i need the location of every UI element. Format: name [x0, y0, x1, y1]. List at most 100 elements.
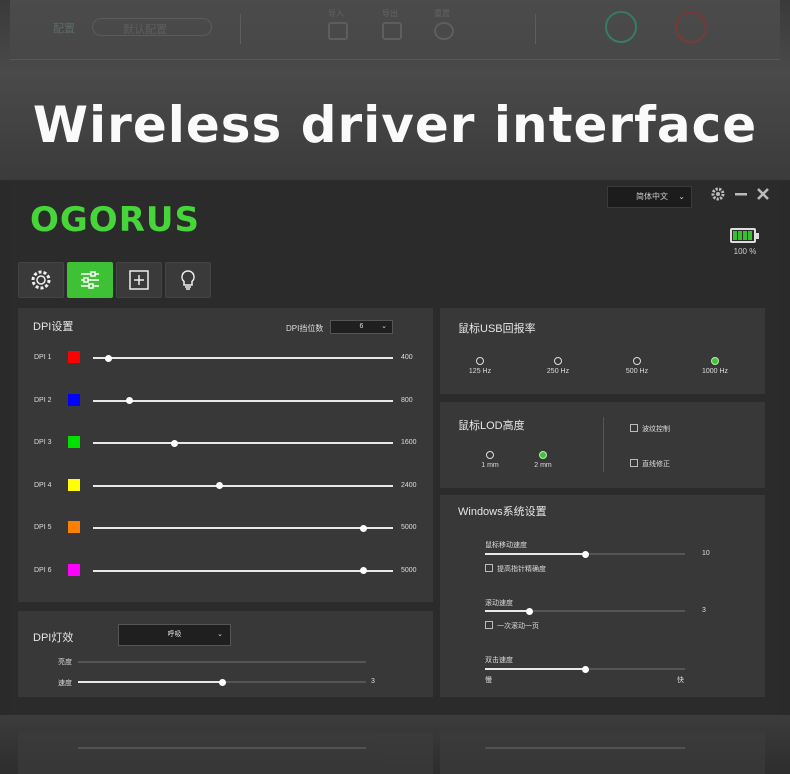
dpi-slider-knob[interactable]: [215, 482, 223, 489]
usb-rate-radio[interactable]: [633, 357, 641, 365]
settings-gear-icon[interactable]: [709, 186, 727, 204]
dpi-slider[interactable]: [93, 569, 393, 572]
dpi-row-label: DPI 6: [34, 566, 52, 574]
dpi-slider[interactable]: [93, 527, 393, 529]
lod-radio[interactable]: [539, 451, 547, 459]
tab-general[interactable]: [18, 262, 64, 298]
scroll-speed-slider[interactable]: [485, 607, 685, 615]
brightness-slider[interactable]: [78, 661, 366, 663]
scroll-speed-fill: [485, 610, 529, 612]
light-speed-value: 3: [371, 678, 375, 685]
language-value: 简体中文: [636, 192, 668, 201]
scroll-page-label: 一次滚动一页: [497, 623, 539, 630]
faded-toolbar: 配置 默认配置 导入 导出 重置: [10, 0, 780, 60]
lod-radio[interactable]: [486, 451, 494, 459]
angle-snap-label: 直线修正: [642, 461, 670, 468]
slow-label: 慢: [485, 677, 492, 684]
dpi-gears-label: DPI挡位数: [286, 324, 324, 333]
tab-lighting[interactable]: [165, 262, 211, 298]
ripple-control-label: 波纹控制: [642, 426, 670, 433]
scroll-page-checkbox[interactable]: [485, 621, 493, 629]
import-icon[interactable]: [328, 22, 348, 40]
cancel-icon[interactable]: [675, 11, 707, 43]
driver-window: OGORUS 简体中文 ⌄ 100 % DPI设置 DPI挡位数 6 ⌄ DPI…: [10, 180, 780, 715]
double-click-knob[interactable]: [581, 665, 589, 673]
dpi-row-label: DPI 3: [34, 439, 52, 446]
battery-percent: 100 %: [733, 247, 757, 256]
lod-label: 2 mm: [534, 462, 552, 469]
dpi-slider-knob[interactable]: [125, 397, 133, 404]
usb-rate-title: 鼠标USB回报率: [458, 323, 536, 335]
pointer-speed-knob[interactable]: [581, 550, 589, 558]
usb-rate-radio[interactable]: [476, 357, 484, 365]
dpi-row: DPI 5 5000: [18, 521, 433, 538]
dpi-row: DPI 1 400: [18, 351, 433, 368]
usb-rate-panel: 鼠标USB回报率 125 Hz 250 Hz 500 Hz 1000 Hz: [440, 308, 765, 394]
double-click-slider[interactable]: [485, 665, 685, 673]
reflection-panel-left: [18, 733, 433, 774]
light-speed-slider[interactable]: [78, 678, 366, 686]
dpi-row-value: 400: [401, 354, 413, 361]
profile-select[interactable]: 默认配置: [92, 18, 212, 36]
pointer-speed-fill: [485, 553, 585, 555]
usb-rate-radio[interactable]: [711, 357, 719, 365]
dpi-slider-knob[interactable]: [359, 567, 367, 574]
dpi-slider-knob[interactable]: [170, 439, 178, 447]
dpi-row-value: 800: [401, 396, 413, 404]
dpi-row: DPI 6 5000: [18, 563, 433, 581]
pointer-speed-slider[interactable]: [485, 550, 685, 558]
pointer-speed-label: 鼠标移动速度: [485, 542, 527, 549]
dpi-gears-select[interactable]: 6 ⌄: [330, 320, 393, 334]
windows-settings-panel: Windows系统设置 鼠标移动速度 10 提高指针精确度 滚动速度 3 一次滚…: [440, 495, 765, 697]
light-mode-select[interactable]: 呼吸 ⌄: [118, 624, 231, 646]
toolbar-divider: [240, 14, 241, 44]
dpi-slider[interactable]: [93, 442, 393, 444]
light-speed-knob[interactable]: [218, 678, 226, 686]
lod-divider: [603, 417, 604, 472]
dpi-row-label: DPI 4: [34, 481, 52, 489]
dpi-color-swatch[interactable]: [68, 393, 80, 406]
lod-label: 1 mm: [481, 462, 499, 469]
angle-snap-checkbox[interactable]: [630, 459, 638, 467]
tab-macro[interactable]: [116, 262, 162, 298]
dpi-slider[interactable]: [93, 357, 393, 359]
profile-select-value: 默认配置: [123, 24, 167, 36]
dpi-color-swatch[interactable]: [68, 521, 80, 533]
dpi-light-title: DPI灯效: [33, 632, 74, 644]
dpi-row: DPI 2 800: [18, 393, 433, 411]
scroll-speed-knob[interactable]: [525, 607, 533, 615]
dpi-color-swatch[interactable]: [68, 563, 80, 576]
dpi-color-swatch[interactable]: [68, 478, 80, 491]
dpi-row: DPI 3 1600: [18, 436, 433, 453]
tab-performance[interactable]: [67, 262, 113, 298]
reset-icon[interactable]: [434, 22, 454, 40]
confirm-icon[interactable]: [605, 11, 637, 43]
bottom-reflection: [0, 715, 790, 774]
minimize-icon[interactable]: [732, 186, 750, 204]
lod-title: 鼠标LOD高度: [458, 420, 525, 432]
brand-logo: OGORUS: [30, 200, 200, 240]
light-mode-value: 呼吸: [167, 631, 182, 638]
ripple-control-checkbox[interactable]: [630, 424, 638, 432]
precision-checkbox[interactable]: [485, 564, 493, 572]
dpi-slider-knob[interactable]: [359, 524, 367, 532]
brightness-label: 亮度: [58, 659, 72, 666]
pointer-speed-value: 10: [702, 550, 710, 557]
double-click-fill: [485, 668, 585, 670]
lod-panel: 鼠标LOD高度 1 mm 2 mm 波纹控制 直线修正: [440, 402, 765, 488]
reflection-slider: [78, 747, 366, 749]
reflection-slider: [485, 747, 685, 749]
windows-settings-title: Windows系统设置: [458, 506, 547, 518]
export-icon[interactable]: [382, 22, 402, 40]
dpi-color-swatch[interactable]: [68, 351, 80, 363]
dpi-slider[interactable]: [93, 399, 393, 402]
close-icon[interactable]: [754, 186, 772, 204]
double-click-label: 双击速度: [485, 657, 513, 664]
export-label: 导出: [382, 9, 398, 18]
dpi-slider[interactable]: [93, 484, 393, 487]
language-select[interactable]: 简体中文 ⌄: [607, 186, 692, 208]
usb-rate-radio[interactable]: [554, 357, 562, 365]
dpi-color-swatch[interactable]: [68, 436, 80, 448]
reset-label: 重置: [434, 9, 450, 18]
dpi-slider-knob[interactable]: [104, 354, 112, 362]
